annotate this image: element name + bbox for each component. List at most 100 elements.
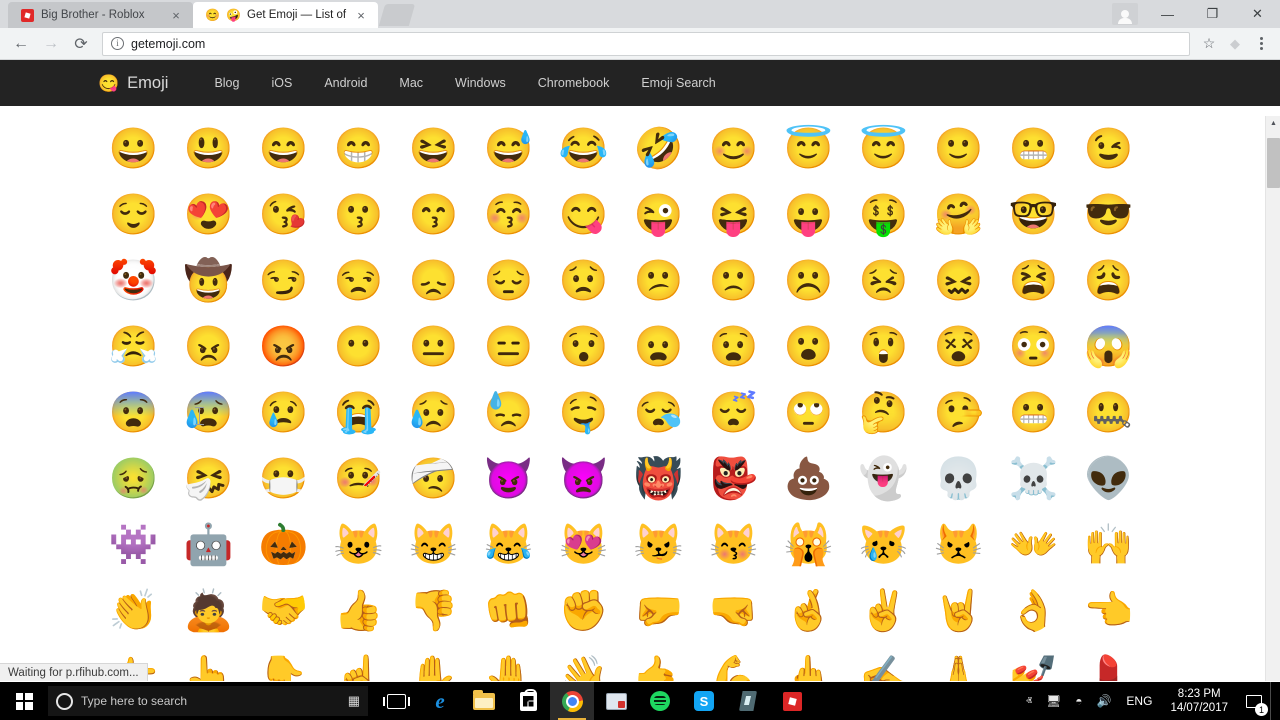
emoji-cell[interactable]: 😢 <box>246 380 321 446</box>
bookmark-star-icon[interactable]: ☆ <box>1196 31 1222 57</box>
profile-avatar-icon[interactable] <box>1105 0 1145 28</box>
emoji-cell[interactable]: 😊 <box>696 116 771 182</box>
new-tab-button[interactable] <box>378 4 416 26</box>
emoji-cell[interactable]: 😠 <box>171 314 246 380</box>
emoji-cell[interactable]: 😨 <box>96 380 171 446</box>
emoji-cell[interactable]: 💄 <box>1071 644 1146 681</box>
emoji-cell[interactable]: 😍 <box>171 182 246 248</box>
emoji-cell[interactable]: 😹 <box>471 512 546 578</box>
emoji-cell[interactable]: 😵 <box>921 314 996 380</box>
site-brand[interactable]: 😋 Emoji <box>98 74 168 93</box>
taskbar-search-input[interactable]: Type here to search ▦ <box>48 686 368 716</box>
emoji-cell[interactable]: 😱 <box>1071 314 1146 380</box>
emoji-cell[interactable]: 😅 <box>471 116 546 182</box>
emoji-cell[interactable]: 😘 <box>246 182 321 248</box>
emoji-cell[interactable]: 😶 <box>321 314 396 380</box>
taskbar-chrome-button[interactable] <box>550 682 594 720</box>
taskbar-edge-button[interactable]: e <box>418 682 462 720</box>
emoji-cell[interactable]: ☹️ <box>771 248 846 314</box>
emoji-cell[interactable]: 👾 <box>96 512 171 578</box>
browser-tab-big-brother-roblox[interactable]: Big Brother - Roblox × <box>8 2 193 28</box>
emoji-cell[interactable]: 🤖 <box>171 512 246 578</box>
emoji-cell[interactable]: 😜 <box>621 182 696 248</box>
emoji-cell[interactable]: 😝 <box>696 182 771 248</box>
emoji-cell[interactable]: 😬 <box>996 380 1071 446</box>
extension-icon[interactable]: ◆ <box>1222 31 1248 57</box>
emoji-cell[interactable]: 🙁 <box>696 248 771 314</box>
nav-link-emoji-search[interactable]: Emoji Search <box>625 76 731 90</box>
emoji-cell[interactable]: 💩 <box>771 446 846 512</box>
scrollbar-thumb[interactable] <box>1267 138 1280 188</box>
emoji-cell[interactable]: 😐 <box>396 314 471 380</box>
emoji-cell[interactable]: 😦 <box>621 314 696 380</box>
close-tab-icon[interactable]: × <box>354 9 368 22</box>
emoji-cell[interactable]: 😉 <box>1071 116 1146 182</box>
nav-link-blog[interactable]: Blog <box>198 76 255 90</box>
emoji-cell[interactable]: 😮 <box>771 314 846 380</box>
emoji-cell[interactable]: 🤘 <box>921 578 996 644</box>
emoji-cell[interactable]: 🙇 <box>171 578 246 644</box>
emoji-cell[interactable]: 👹 <box>621 446 696 512</box>
emoji-cell[interactable]: 🤣 <box>621 116 696 182</box>
emoji-cell[interactable]: ✋ <box>396 644 471 681</box>
emoji-cell[interactable]: 👋 <box>546 644 621 681</box>
emoji-cell[interactable]: 👎 <box>396 578 471 644</box>
emoji-cell[interactable]: 😑 <box>471 314 546 380</box>
emoji-cell[interactable]: 👊 <box>471 578 546 644</box>
emoji-cell[interactable]: 😧 <box>696 314 771 380</box>
emoji-cell[interactable]: ✌️ <box>846 578 921 644</box>
show-desktop-button[interactable] <box>1270 682 1276 720</box>
emoji-cell[interactable]: ☝️ <box>321 644 396 681</box>
emoji-cell[interactable]: 🎃 <box>246 512 321 578</box>
emoji-cell[interactable]: 🤝 <box>246 578 321 644</box>
emoji-cell[interactable]: 😲 <box>846 314 921 380</box>
emoji-cell[interactable]: 😞 <box>396 248 471 314</box>
emoji-cell[interactable]: 😿 <box>846 512 921 578</box>
emoji-cell[interactable]: 👌 <box>996 578 1071 644</box>
emoji-cell[interactable]: 👺 <box>696 446 771 512</box>
emoji-cell[interactable]: 🤒 <box>321 446 396 512</box>
emoji-cell[interactable]: 😇 <box>771 116 846 182</box>
emoji-cell[interactable]: 😴 <box>696 380 771 446</box>
emoji-cell[interactable]: ☠️ <box>996 446 1071 512</box>
emoji-cell[interactable]: 👆 <box>171 644 246 681</box>
emoji-cell[interactable]: 😃 <box>171 116 246 182</box>
emoji-cell[interactable]: 😎 <box>1071 182 1146 248</box>
emoji-cell[interactable]: 😰 <box>171 380 246 446</box>
emoji-cell[interactable]: 👍 <box>321 578 396 644</box>
emoji-cell[interactable]: 😙 <box>396 182 471 248</box>
network-wifi-icon[interactable]: ◓ <box>1068 694 1089 708</box>
emoji-cell[interactable]: 😔 <box>471 248 546 314</box>
emoji-cell[interactable]: 😾 <box>921 512 996 578</box>
emoji-cell[interactable]: 😥 <box>396 380 471 446</box>
emoji-cell[interactable]: 😗 <box>321 182 396 248</box>
emoji-cell[interactable]: 🖕 <box>771 644 846 681</box>
taskbar-spotify-button[interactable] <box>638 682 682 720</box>
emoji-cell[interactable]: 😀 <box>96 116 171 182</box>
emoji-cell[interactable]: 😬 <box>996 116 1071 182</box>
emoji-cell[interactable]: 😯 <box>546 314 621 380</box>
close-window-button[interactable]: ✕ <box>1235 0 1280 28</box>
forward-button-icon[interactable]: → <box>36 30 66 58</box>
microphone-icon[interactable]: ▦ <box>348 693 360 709</box>
emoji-cell[interactable]: 😈 <box>471 446 546 512</box>
back-button-icon[interactable]: ← <box>6 30 36 58</box>
emoji-cell[interactable]: 🙌 <box>1071 512 1146 578</box>
emoji-cell[interactable]: 🤑 <box>846 182 921 248</box>
scroll-up-arrow-icon[interactable]: ▲ <box>1266 116 1280 131</box>
emoji-cell[interactable]: 🤡 <box>96 248 171 314</box>
emoji-cell[interactable]: 😒 <box>321 248 396 314</box>
emoji-cell[interactable]: 😽 <box>696 512 771 578</box>
emoji-cell[interactable]: 🤢 <box>96 446 171 512</box>
emoji-cell[interactable]: 🙀 <box>771 512 846 578</box>
close-tab-icon[interactable]: × <box>169 9 183 22</box>
emoji-cell[interactable]: 😻 <box>546 512 621 578</box>
emoji-cell[interactable]: 👻 <box>846 446 921 512</box>
emoji-cell[interactable]: 🤛 <box>621 578 696 644</box>
emoji-cell[interactable]: 😩 <box>1071 248 1146 314</box>
taskbar-gitkraken-button[interactable] <box>726 682 770 720</box>
emoji-cell[interactable]: 😆 <box>396 116 471 182</box>
emoji-cell[interactable]: 😡 <box>246 314 321 380</box>
emoji-cell[interactable]: 🤧 <box>171 446 246 512</box>
nav-link-mac[interactable]: Mac <box>383 76 439 90</box>
